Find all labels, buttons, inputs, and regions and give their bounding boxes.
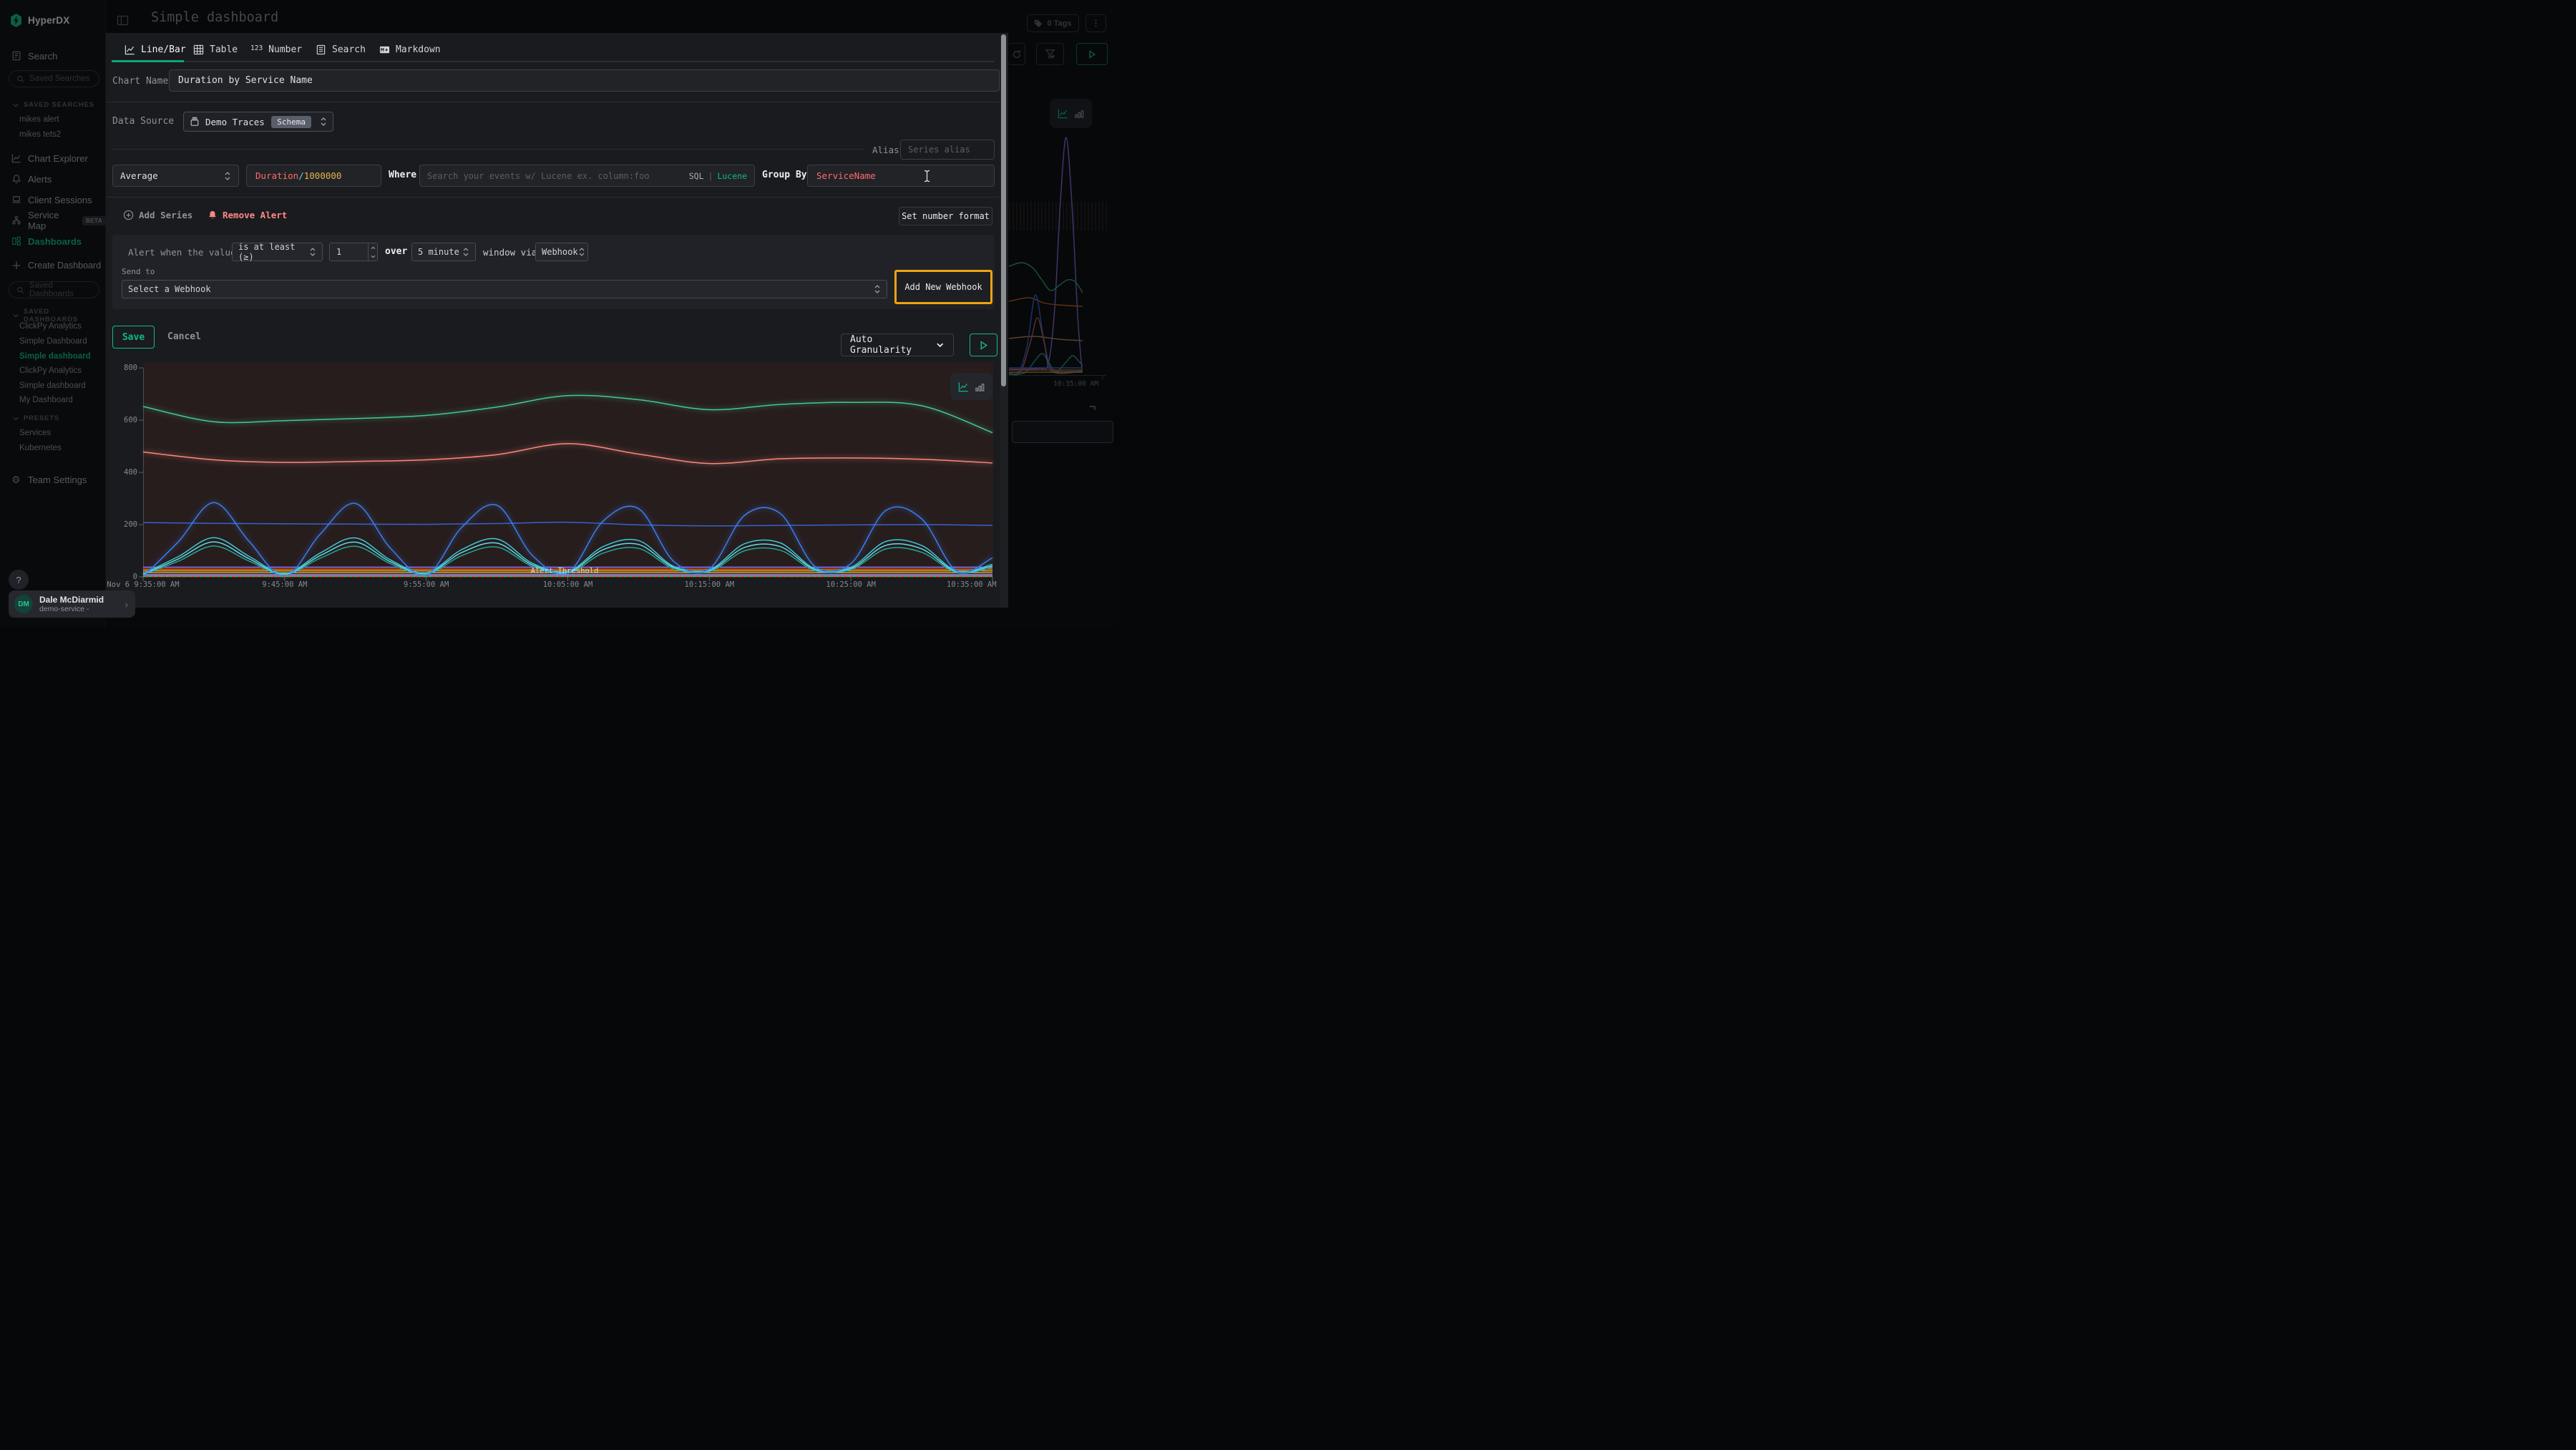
- y-tick-label: 200: [107, 520, 137, 529]
- x-tick-label: 10:35:00 AM: [947, 580, 997, 589]
- app-root: HyperDX Search Saved Searches SAVED SEAR…: [0, 0, 1113, 627]
- x-tick-label: 10:15:00 AM: [685, 580, 735, 589]
- scrollbar-thumb[interactable]: [1001, 34, 1006, 386]
- help-button[interactable]: ?: [9, 570, 29, 590]
- x-tick-label: 10:25:00 AM: [826, 580, 876, 589]
- y-tick-label: 600: [107, 416, 137, 424]
- y-tick-label: 800: [107, 364, 137, 372]
- user-subtitle: demo-service -: [39, 605, 104, 613]
- chevron-right-icon: ›: [125, 599, 128, 610]
- x-tick-label: Nov 6 9:35:00 AM: [107, 580, 179, 589]
- x-axis-labels: Nov 6 9:35:00 AM 9:45:00 AM 9:55:00 AM 10:0…: [106, 580, 1000, 590]
- chart-series: [143, 395, 992, 576]
- chart-ticks: [139, 368, 992, 581]
- line-chart-icon: [958, 381, 969, 392]
- y-tick-label: 400: [107, 468, 137, 477]
- x-tick-label: 9:45:00 AM: [262, 580, 307, 589]
- avatar: DM: [14, 595, 33, 613]
- user-card[interactable]: DM Dale McDiarmid demo-service - ›: [9, 590, 135, 618]
- x-tick-label: 9:55:00 AM: [404, 580, 449, 589]
- bar-chart-icon: [975, 381, 985, 392]
- chart-canvas[interactable]: [106, 33, 1008, 608]
- active-tab-underline: [112, 60, 184, 62]
- alert-threshold-label: Alert Threshold: [531, 567, 599, 575]
- edit-chart-modal: Line/Bar Table 123 Number Search Markdow…: [106, 33, 1008, 608]
- chart-type-toggle[interactable]: [950, 373, 992, 400]
- x-tick-label: 10:05:00 AM: [543, 580, 593, 589]
- user-name: Dale McDiarmid: [39, 595, 104, 605]
